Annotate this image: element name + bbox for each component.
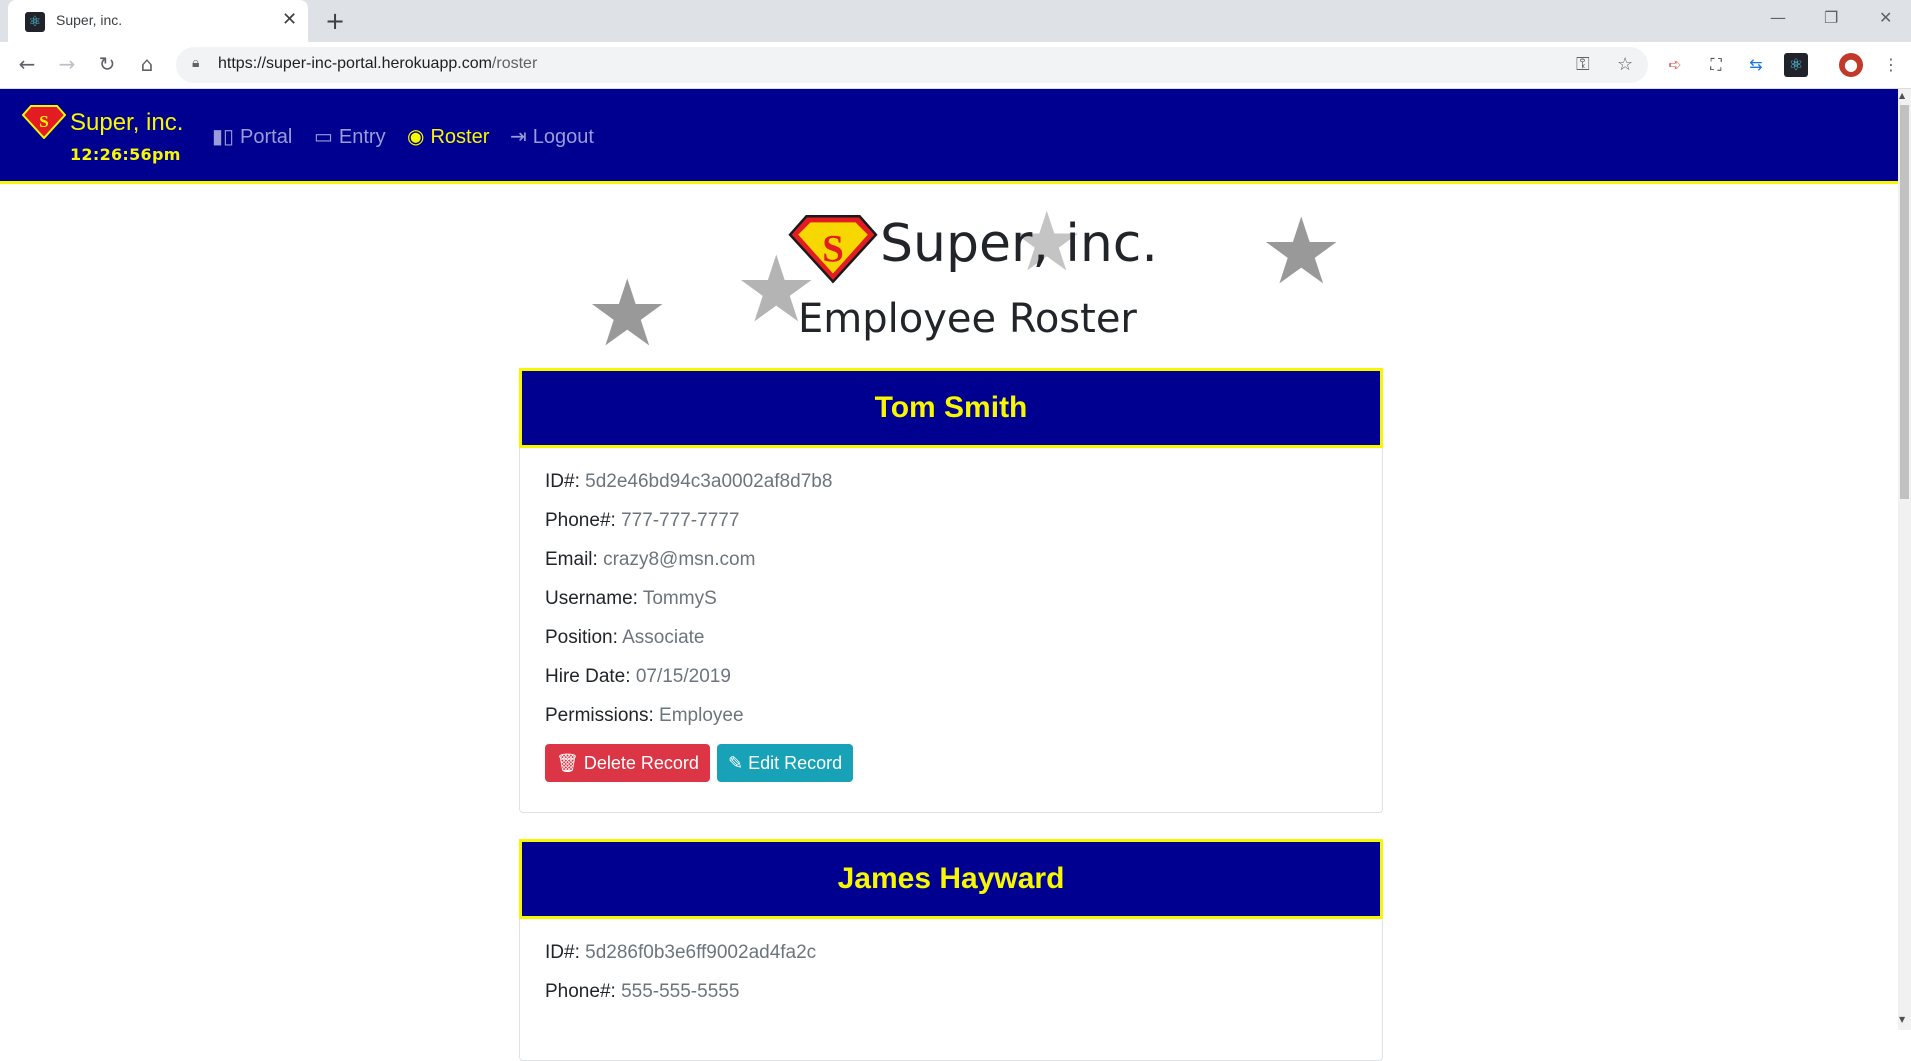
home-icon[interactable]: ⌂ [133,52,161,76]
app-navbar: S Super, inc. 12:26:56pm ▮▯ Portal ▭ Entry… [0,89,1898,184]
page-subtitle: Employee Roster [798,296,1137,342]
page-scrollbar[interactable]: ▲ ▼ [1898,89,1911,1030]
page-title: Super, inc. [880,214,1158,274]
browser-tabstrip: ⚛ Super, inc. ✕ + — ❐ ✕ [0,0,1911,42]
scroll-up-icon[interactable]: ▲ [1899,91,1905,100]
browser-toolbar: ← → ↻ ⌂ 🔒︎ https://super-inc-portal.hero… [0,42,1911,89]
restore-icon[interactable]: ❐ [1824,6,1838,30]
nav-portal[interactable]: ▮▯ Portal [212,124,292,149]
eye-icon: ◉ [407,126,425,148]
new-tab-icon[interactable]: + [325,8,345,34]
lock-icon: 🔒︎ [192,55,200,71]
employee-permissions: Permissions: Employee [545,705,744,726]
employee-hire-date: Hire Date: 07/15/2019 [545,666,731,687]
address-bar[interactable]: 🔒︎ https://super-inc-portal.herokuapp.co… [176,47,1648,83]
react-devtools-icon[interactable]: ⚛ [1784,53,1808,77]
minimize-icon[interactable]: — [1770,6,1786,30]
nav-entry[interactable]: ▭ Entry [314,124,386,149]
reload-icon[interactable]: ↻ [93,52,121,76]
trash-icon: 🗑︎ [556,753,584,773]
bookmark-star-icon[interactable]: ☆ [1617,54,1633,75]
employee-card: Tom Smith ID#: 5d2e46bd94c3a0002af8d7b8 … [519,368,1383,813]
employee-card-header: Tom Smith [519,368,1383,448]
employee-username: Username: TommyS [545,588,717,609]
url-text: https://super-inc-portal.herokuapp.com/r… [218,55,538,72]
profile-avatar[interactable]: ● [1839,53,1863,77]
delete-record-button[interactable]: 🗑︎ Delete Record [545,744,710,782]
employee-email: Email: crazy8@msn.com [545,549,756,570]
employee-id: ID#: 5d286f0b3e6ff9002ad4fa2c [545,942,817,963]
employee-phone: Phone#: 777-777-7777 [545,510,740,531]
employee-position: Position: Associate [545,627,705,648]
close-tab-icon[interactable]: ✕ [282,10,297,30]
menu-kebab-icon[interactable]: ⋮ [1879,53,1903,77]
react-favicon-icon: ⚛ [25,12,45,32]
close-window-icon[interactable]: ✕ [1879,6,1892,30]
key-icon[interactable]: ⚿ [1576,54,1590,75]
employee-name: James Hayward [837,862,1065,895]
nav-roster[interactable]: ◉ Roster [407,124,489,149]
employee-name: Tom Smith [874,391,1028,424]
back-icon[interactable]: ← [13,52,41,76]
building-icon: ▮▯ [212,126,235,148]
screenshot-extension-icon[interactable]: ⛶ [1704,53,1728,77]
employee-id: ID#: 5d2e46bd94c3a0002af8d7b8 [545,471,833,492]
employee-phone: Phone#: 555-555-5555 [545,981,740,1002]
superman-logo-icon[interactable]: S [22,105,66,139]
extension-red-icon[interactable]: ➪ [1663,53,1687,77]
clock: 12:26:56pm [70,145,181,164]
decorative-star-icon: ★ [586,260,669,367]
sign-out-icon: ⇥ [510,126,527,148]
swap-extension-icon[interactable]: ⇆ [1744,53,1768,77]
edit-record-button[interactable]: ✎ Edit Record [717,744,854,782]
user-edit-icon: ✎ [728,753,749,773]
tab-title: Super, inc. [56,12,123,28]
decorative-star-icon: ★ [1260,198,1343,305]
scrollbar-thumb[interactable] [1900,105,1909,499]
employee-card: James Hayward ID#: 5d286f0b3e6ff9002ad4f… [519,839,1383,1061]
svg-text:S: S [822,227,844,270]
superman-hero-logo-icon: S [788,215,878,284]
scroll-down-icon[interactable]: ▼ [1899,1015,1905,1024]
forward-icon[interactable]: → [53,52,81,76]
browser-tab[interactable]: ⚛ Super, inc. ✕ [8,0,308,42]
svg-text:S: S [39,112,48,131]
brand-name[interactable]: Super, inc. [70,109,183,137]
employee-card-header: James Hayward [519,839,1383,919]
nav-logout[interactable]: ⇥ Logout [510,124,594,149]
id-card-icon: ▭ [314,126,333,148]
